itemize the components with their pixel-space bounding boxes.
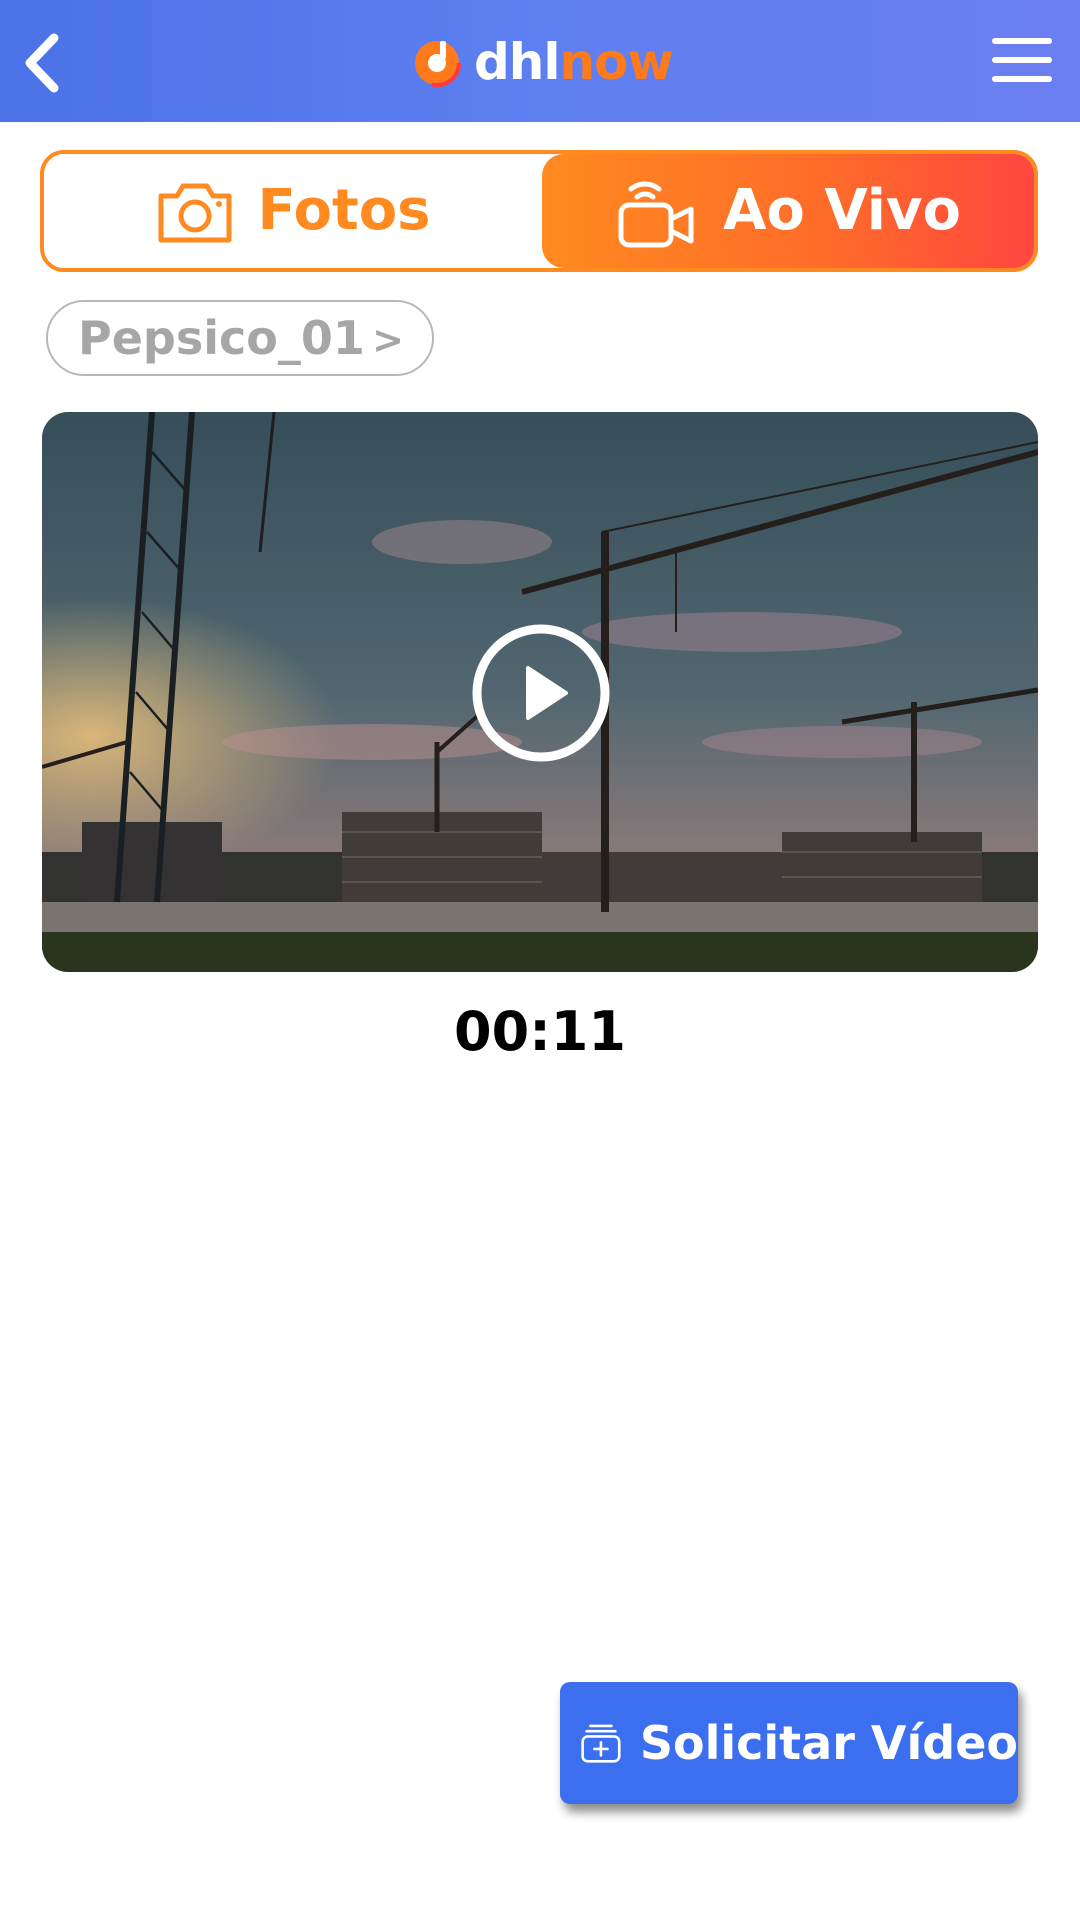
request-video-button[interactable]: Solicitar Vídeo [560, 1682, 1018, 1804]
chevron-left-icon[interactable] [14, 30, 70, 96]
video-timer: 00:11 [454, 1000, 626, 1063]
add-video-icon [581, 1724, 621, 1763]
video-camera-icon [618, 181, 694, 248]
logo-text-dhl: dhl [474, 33, 561, 91]
view-mode-tabs: Fotos Ao Vivo [40, 150, 1038, 272]
app-logo: dhl now [410, 33, 674, 91]
hamburger-menu-icon[interactable] [990, 34, 1054, 86]
camera-icon [158, 183, 232, 243]
tab-fotos[interactable]: Fotos [44, 154, 542, 268]
tab-fotos-label: Fotos [257, 178, 431, 243]
tab-ao-vivo-label: Ao Vivo [723, 178, 961, 243]
request-video-label: Solicitar Vídeo [639, 1716, 1018, 1770]
logo-text-now: now [559, 33, 674, 91]
tab-ao-vivo[interactable]: Ao Vivo [542, 154, 1034, 268]
chevron-right-icon: > [372, 318, 404, 362]
camera-selector[interactable]: Pepsico_01 > [46, 300, 434, 376]
play-icon[interactable] [470, 622, 612, 764]
app-header: dhl now [0, 0, 1080, 122]
live-video-player[interactable] [42, 412, 1038, 972]
camera-name: Pepsico_01 [78, 311, 365, 365]
logo-mark-icon [413, 39, 461, 87]
